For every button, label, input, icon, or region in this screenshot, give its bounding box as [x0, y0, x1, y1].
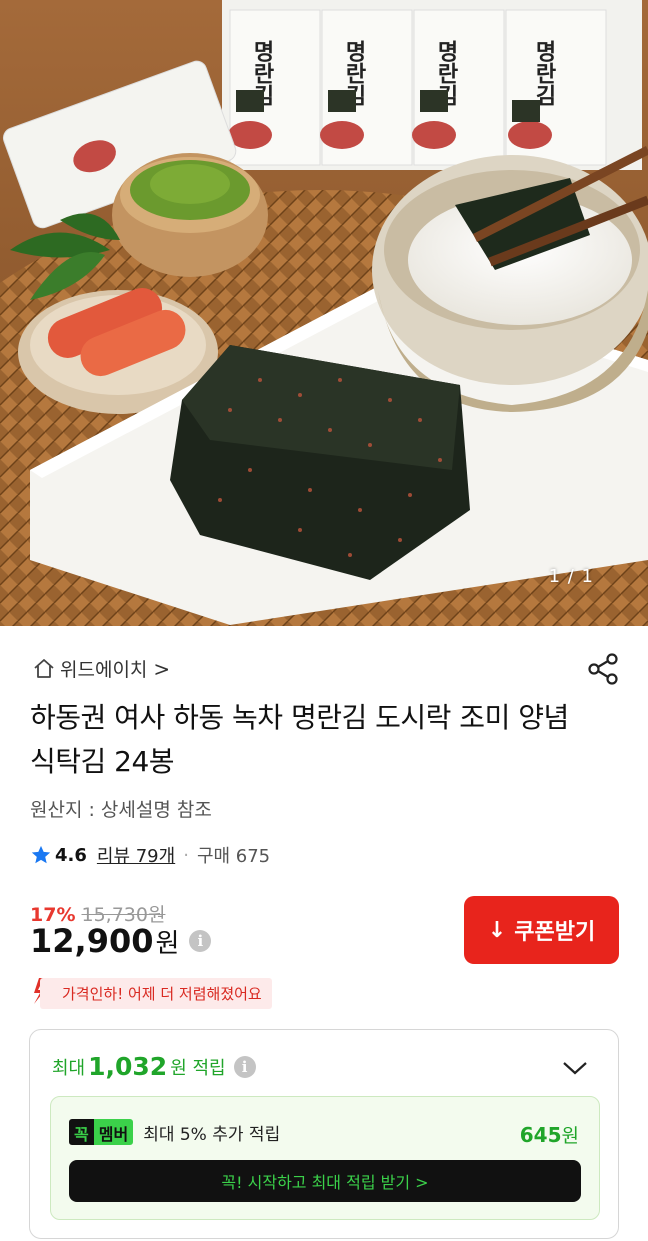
- price-unit: 원: [155, 928, 180, 959]
- member-amount-unit: 원: [561, 1125, 579, 1147]
- member-amount-value: 645: [519, 1123, 562, 1147]
- review-link[interactable]: 리뷰 79개: [97, 842, 175, 868]
- share-button[interactable]: [586, 652, 620, 686]
- member-amount: 645원: [520, 1121, 579, 1148]
- coupon-button[interactable]: ↓ 쿠폰받기: [464, 896, 619, 964]
- price-drop-text: 가격인하! 어제 더 저렴해졌어요: [40, 977, 272, 1009]
- reward-amount: 1,032: [88, 1052, 168, 1081]
- brand-link[interactable]: 위드에이치 >: [32, 655, 170, 682]
- product-title: 하동권 여사 하동 녹차 명란김 도시락 조미 양념 식탁김 24봉: [30, 701, 569, 778]
- price-drop-notice: 가격인하! 어제 더 저렴해졌어요: [30, 976, 272, 1010]
- image-counter: 1 / 1: [548, 566, 594, 587]
- separator-dot: ·: [183, 844, 189, 866]
- member-row: 꼭 멤버 최대 5% 추가 적립: [69, 1119, 280, 1145]
- member-badge-part2: 멤버: [93, 1119, 134, 1145]
- rating-score: 4.6: [55, 844, 87, 866]
- rating-row: 4.6 리뷰 79개 · 구매 675: [30, 842, 270, 868]
- download-arrow-icon: ↓: [487, 917, 507, 943]
- star-icon: [30, 844, 52, 866]
- reward-panel: 최대 1,032 원 적립 i 꼭 멤버 최대 5% 추가 적립 645원 꼭!…: [29, 1029, 619, 1239]
- member-badge-part1: 꼭: [69, 1119, 94, 1145]
- product-photo: 명란김 명란김 명란김 명란김: [0, 0, 648, 626]
- chevron-right-icon: >: [153, 656, 171, 681]
- home-icon: [32, 657, 56, 681]
- info-icon[interactable]: i: [189, 930, 212, 952]
- coupon-button-label: 쿠폰받기: [514, 920, 596, 945]
- product-image[interactable]: 명란김 명란김 명란김 명란김 1 / 1: [0, 0, 648, 626]
- reward-expand-button[interactable]: [562, 1060, 588, 1080]
- reward-prefix: 최대: [52, 1057, 86, 1079]
- svg-text:명란김: 명란김: [531, 40, 557, 106]
- member-badge: 꼭 멤버: [69, 1119, 134, 1145]
- purchase-count: 구매 675: [196, 846, 271, 867]
- reward-suffix: 원 적립: [170, 1057, 226, 1079]
- reward-summary: 최대 1,032 원 적립 i: [52, 1052, 256, 1081]
- member-signup-button[interactable]: 꼭! 시작하고 최대 적립 받기 >: [69, 1160, 581, 1202]
- current-price: 12,900: [30, 922, 154, 960]
- origin-text: 원산지 : 상세설명 참조: [30, 799, 212, 821]
- member-reward-box: 꼭 멤버 최대 5% 추가 적립 645원 꼭! 시작하고 최대 적립 받기 >: [50, 1096, 600, 1220]
- member-desc: 최대 5% 추가 적립: [143, 1124, 281, 1145]
- reward-info-icon[interactable]: i: [233, 1055, 256, 1078]
- brand-name: 위드에이치: [60, 659, 148, 681]
- share-icon: [588, 653, 618, 685]
- price-row: 12,900 원 i: [30, 922, 212, 960]
- chevron-down-icon: [563, 1062, 587, 1075]
